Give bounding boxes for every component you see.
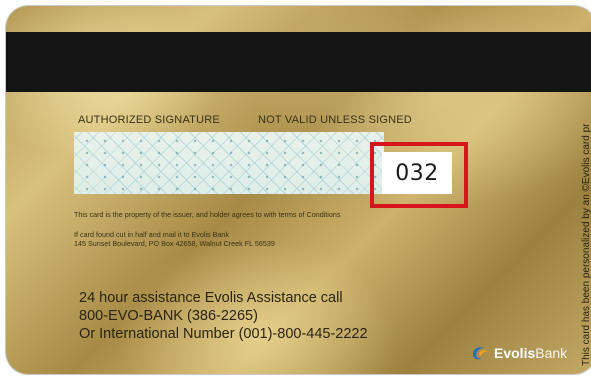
cut-notice-line2: 145 Sunset Boulevard, PO Box 42658, Waln… bbox=[74, 239, 275, 248]
logo-text-bold: Evolis bbox=[494, 345, 536, 361]
logo-text: EvolisBank bbox=[494, 345, 567, 361]
evolis-logo-icon bbox=[473, 347, 488, 360]
assistance-line3: Or International Number (001)-800-445-22… bbox=[79, 326, 368, 342]
magnetic-stripe bbox=[6, 32, 591, 92]
signature-panel bbox=[74, 132, 384, 194]
personalization-note: This card has been personalized by an ©E… bbox=[581, 123, 591, 367]
assistance-line2: 800-EVO-BANK (386-2265) bbox=[79, 308, 258, 324]
assistance-line1: 24 hour assistance Evolis Assistance cal… bbox=[79, 290, 343, 306]
property-notice: This card is the property of the issuer,… bbox=[74, 210, 341, 219]
logo-text-thin: Bank bbox=[535, 345, 568, 361]
cvv-highlight-box bbox=[370, 142, 468, 208]
bank-card-back: AUTHORIZED SIGNATURE NOT VALID UNLESS SI… bbox=[6, 6, 591, 374]
not-valid-label: NOT VALID UNLESS SIGNED bbox=[258, 114, 412, 126]
signature-label: AUTHORIZED SIGNATURE bbox=[78, 114, 220, 126]
evolis-bank-logo: EvolisBank bbox=[470, 344, 567, 362]
cut-notice-line1: If card found cut in half and mail it to… bbox=[74, 230, 230, 239]
